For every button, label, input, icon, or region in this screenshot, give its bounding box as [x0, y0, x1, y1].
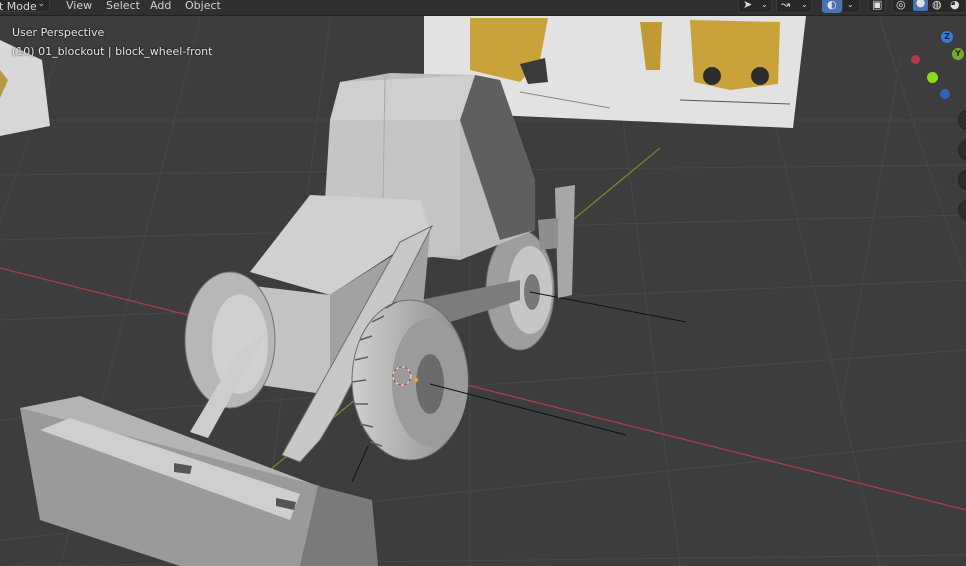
solid-shading-icon[interactable]: ●	[913, 0, 928, 11]
gizmo-y-axis[interactable]: Y	[952, 48, 964, 60]
gizmo-y-dot[interactable]	[927, 72, 938, 83]
render-shading-icon[interactable]: ◕	[950, 0, 960, 11]
overlay-dropdown[interactable]: ⌄	[842, 0, 860, 13]
xray-icon: ▣	[872, 0, 883, 11]
menu-add[interactable]: Add	[150, 0, 171, 11]
active-object-label: (10) 01_blockout | block_wheel-front	[12, 45, 213, 58]
3d-viewport[interactable]: User Perspective (10) 01_blockout | bloc…	[0, 16, 966, 566]
pointer-icon: ➤	[743, 0, 753, 11]
navigation-gizmo[interactable]: Z Y	[905, 26, 966, 116]
xray-toggle[interactable]: ▣	[868, 0, 886, 13]
mode-dropdown[interactable]: t Mode ⌄	[0, 0, 50, 13]
viewport-header: t Mode ⌄ View Select Add Object ➤ ⌄ ↝ ⌄ …	[0, 0, 966, 16]
overlay-icon: ◐	[827, 0, 837, 11]
gizmo-z-axis[interactable]: Z	[941, 31, 953, 43]
shading-mode-group: ◎ ● ◍ ◕	[892, 0, 966, 13]
perspective-label: User Perspective	[12, 26, 105, 39]
menu-select[interactable]: Select	[106, 0, 140, 11]
gizmo-neg-z-axis[interactable]	[940, 89, 950, 99]
chevron-down-icon: ⌄	[801, 0, 808, 9]
menu-view[interactable]: View	[66, 0, 92, 11]
wireframe-icon[interactable]: ◎	[896, 0, 906, 11]
overlay-toggle[interactable]: ◐	[822, 0, 842, 13]
mode-label: t Mode	[0, 0, 37, 13]
viewport-scene	[0, 16, 966, 566]
chevron-down-icon: ⌄	[761, 0, 768, 9]
chevron-down-icon: ⌄	[847, 0, 854, 9]
transform-button[interactable]: ↝ ⌄	[776, 0, 812, 13]
material-shading-icon[interactable]: ◍	[932, 0, 942, 11]
pointer-button[interactable]: ➤ ⌄	[738, 0, 772, 13]
menu-object[interactable]: Object	[185, 0, 221, 11]
gizmo-neg-x-axis[interactable]	[911, 55, 920, 64]
chevron-down-icon: ⌄	[37, 0, 45, 9]
transform-icon: ↝	[781, 0, 791, 11]
